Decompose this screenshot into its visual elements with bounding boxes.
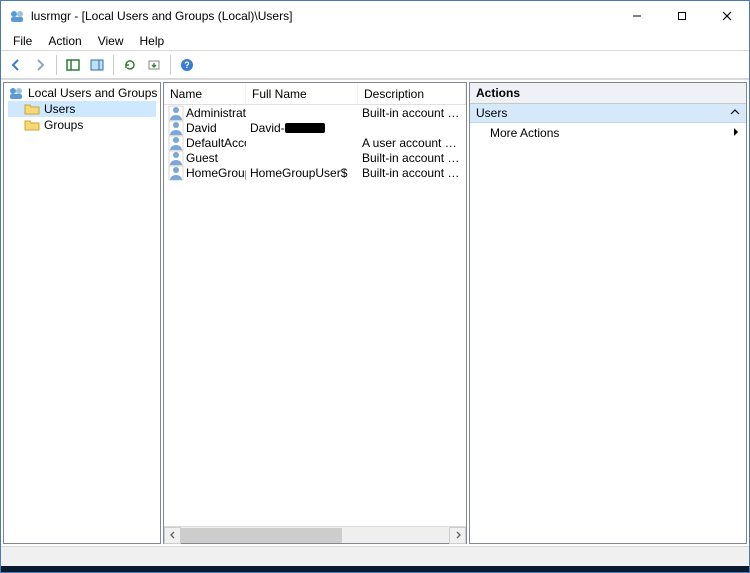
minimize-button[interactable] — [614, 2, 659, 30]
user-icon — [168, 135, 184, 151]
column-header-description[interactable]: Description — [358, 84, 466, 104]
help-button[interactable]: ? — [176, 54, 198, 76]
actions-section-label: Users — [476, 106, 507, 120]
cell-description: Built-in account for hon — [358, 166, 466, 180]
cell-name: Guest — [186, 151, 218, 165]
export-list-button[interactable] — [143, 54, 165, 76]
forward-button[interactable] — [29, 54, 51, 76]
table-row[interactable]: Guest Built-in account for gue — [164, 150, 466, 165]
redacted-text — [285, 123, 325, 133]
cell-fullname: David- — [246, 121, 358, 135]
tree-node-label: Users — [44, 102, 75, 116]
svg-text:?: ? — [184, 60, 190, 70]
refresh-button[interactable] — [119, 54, 141, 76]
cell-description: Built-in account for adm — [358, 106, 466, 120]
menu-view[interactable]: View — [90, 32, 132, 50]
menu-help[interactable]: Help — [132, 32, 173, 50]
list-header-row: Name Full Name Description — [164, 83, 466, 105]
user-icon — [168, 120, 184, 136]
titlebar: lusrmgr - [Local Users and Groups (Local… — [1, 1, 749, 31]
toolbar-separator — [113, 55, 114, 75]
table-row[interactable]: Administrator Built-in account for adm — [164, 105, 466, 120]
scope-tree[interactable]: Local Users and Groups (Local) Users Gro… — [3, 82, 161, 544]
tree-root-label: Local Users and Groups (Local) — [28, 86, 161, 100]
cell-name: HomeGroup... — [186, 166, 246, 180]
actions-section-users[interactable]: Users — [470, 104, 746, 123]
show-hide-action-pane-button[interactable] — [86, 54, 108, 76]
tree-node-label: Groups — [44, 118, 83, 132]
tree-node-users[interactable]: Users — [8, 101, 156, 117]
back-button[interactable] — [5, 54, 27, 76]
menu-file[interactable]: File — [5, 32, 40, 50]
show-hide-console-tree-button[interactable] — [62, 54, 84, 76]
folder-icon — [24, 101, 40, 117]
toolbar-separator — [170, 55, 171, 75]
tree-root[interactable]: Local Users and Groups (Local) — [8, 85, 156, 101]
cell-description: Built-in account for gue — [358, 151, 466, 165]
close-button[interactable] — [704, 2, 749, 30]
cell-description: A user account manage — [358, 136, 466, 150]
cell-name: Administrator — [186, 106, 246, 120]
toolbar-separator — [56, 55, 57, 75]
collapse-icon[interactable] — [730, 106, 740, 120]
cell-name: DefaultAcco... — [186, 136, 246, 150]
list-body[interactable]: AdministratorBuilt-in account for admDav… — [164, 105, 466, 526]
actions-header: Actions — [470, 83, 746, 104]
app-icon — [9, 8, 25, 24]
actions-more-actions[interactable]: More Actions — [470, 123, 746, 143]
bottom-edge — [1, 566, 749, 572]
user-icon — [168, 165, 184, 181]
column-header-fullname[interactable]: Full Name — [246, 84, 358, 104]
cell-fullname: HomeGroupUser$ — [246, 166, 358, 180]
result-list: Name Full Name Description Administrator… — [163, 82, 467, 544]
window-title: lusrmgr - [Local Users and Groups (Local… — [31, 9, 614, 23]
main-area: Local Users and Groups (Local) Users Gro… — [1, 79, 749, 546]
column-header-name[interactable]: Name — [164, 84, 246, 104]
scroll-left-arrow[interactable] — [164, 527, 181, 544]
scroll-thumb[interactable] — [181, 528, 342, 543]
folder-icon — [24, 117, 40, 133]
tree-node-groups[interactable]: Groups — [8, 117, 156, 133]
menu-action[interactable]: Action — [40, 32, 89, 50]
horizontal-scrollbar[interactable] — [164, 526, 466, 543]
cell-name: David — [186, 121, 217, 135]
menubar: File Action View Help — [1, 31, 749, 51]
user-icon — [168, 105, 184, 121]
actions-pane: Actions Users More Actions — [469, 82, 747, 544]
user-icon — [168, 150, 184, 166]
table-row[interactable]: David David- — [164, 120, 466, 135]
scroll-track[interactable] — [181, 528, 449, 543]
toolbar: ? — [1, 51, 749, 79]
actions-item-label: More Actions — [490, 126, 559, 140]
table-row[interactable]: DefaultAcco... A user account manage — [164, 135, 466, 150]
scroll-right-arrow[interactable] — [449, 527, 466, 544]
maximize-button[interactable] — [659, 2, 704, 30]
lusrmgr-icon — [8, 85, 24, 101]
table-row[interactable]: HomeGroup...HomeGroupUser$Built-in accou… — [164, 165, 466, 180]
expand-arrow-icon — [732, 126, 740, 140]
status-bar — [1, 546, 749, 566]
